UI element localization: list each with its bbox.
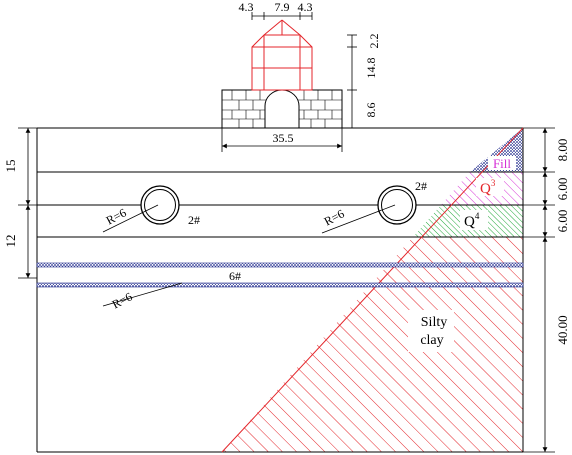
- dim-right-fill: 8.00: [555, 139, 570, 162]
- dim-right-q3: 6.00: [555, 178, 570, 201]
- dim-roof-height: 2.2: [367, 34, 381, 49]
- building-tower: [251, 19, 313, 91]
- tunnel-left-label: 2#: [188, 213, 200, 227]
- dim-base-width: 35.5: [273, 131, 294, 145]
- fill-layer-label: Fill: [493, 156, 511, 171]
- tunnel-right-label: 2#: [415, 179, 427, 193]
- pipe-band-upper: [36, 262, 524, 268]
- right-dimensions: [523, 127, 555, 453]
- dim-top-left: 4.3: [239, 0, 254, 14]
- tunnel-section-diagram: 4.3 7.9 4.3 2.2 14.8 8.6 35.5 15 12 8.00…: [3, 0, 570, 453]
- silty-clay-label-line2: clay: [420, 333, 443, 348]
- tunnel-left-radius: R=6: [104, 205, 129, 227]
- dim-right-q4: 6.00: [555, 210, 570, 233]
- dim-left-lower: 12: [3, 235, 18, 248]
- dim-top-mid: 7.9: [275, 0, 290, 14]
- dim-base-height: 8.6: [364, 103, 378, 118]
- dim-top-right: 4.3: [298, 0, 313, 14]
- pipe-band-lower: [36, 282, 524, 288]
- silty-clay-hatch: [222, 237, 523, 452]
- left-dimensions: [18, 127, 37, 279]
- building-arch: [264, 89, 300, 129]
- dim-left-upper: 15: [3, 160, 18, 173]
- dim-right-silty-clay: 40.00: [555, 315, 570, 344]
- dim-upper-height: 14.8: [364, 58, 378, 79]
- building: [221, 19, 343, 129]
- pipe-band-label: 6#: [229, 269, 241, 283]
- silty-clay-label-line1: Silty: [421, 315, 447, 330]
- lower-radius-label: R=6: [110, 289, 135, 311]
